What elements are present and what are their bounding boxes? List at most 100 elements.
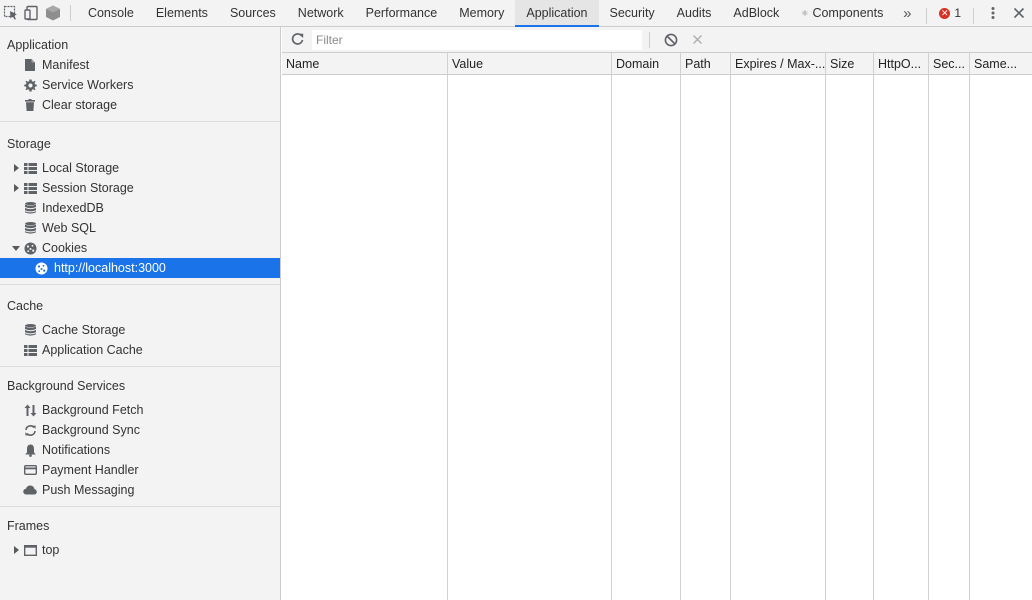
database-icon [23, 320, 37, 340]
tab-network[interactable]: Network [287, 0, 355, 26]
sync-icon [23, 420, 37, 440]
column-divider[interactable] [969, 53, 970, 600]
table-icon [23, 340, 37, 360]
column-divider[interactable] [611, 53, 612, 600]
tab-label: Audits [676, 6, 712, 20]
column-divider[interactable] [680, 53, 681, 600]
toolbar-divider [70, 5, 71, 21]
expand-arrow-icon[interactable] [12, 178, 20, 198]
sidebar-item-web-sql[interactable]: Web SQL [0, 218, 280, 238]
column-header-domain[interactable]: Domain [612, 53, 680, 75]
tab-security[interactable]: Security [599, 0, 666, 26]
delete-selected-icon[interactable] [684, 27, 710, 53]
tab-memory[interactable]: Memory [448, 0, 515, 26]
column-divider[interactable] [825, 53, 826, 600]
sidebar-item-indexeddb[interactable]: IndexedDB [0, 198, 280, 218]
sidebar-item-label: Cache Storage [42, 323, 126, 337]
sidebar-item-service-workers[interactable]: Service Workers [0, 75, 280, 95]
sidebar-item-background-sync[interactable]: Background Sync [0, 420, 280, 440]
sidebar-item-notifications[interactable]: Notifications [0, 440, 280, 460]
tab-label: Elements [155, 6, 208, 20]
database-icon [23, 218, 37, 238]
sidebar-item-cache-storage[interactable]: Cache Storage [0, 320, 280, 340]
tab-label: Components [812, 6, 884, 20]
column-header-secure[interactable]: Sec... [929, 53, 969, 75]
more-tabs-chevron-icon[interactable]: » [894, 0, 920, 26]
column-divider[interactable] [447, 53, 448, 600]
section-storage: Storage Local Storage Session Storage In… [0, 122, 280, 285]
sidebar-item-label: Application Cache [42, 343, 143, 357]
sidebar-item-cookie-localhost[interactable]: http://localhost:3000 [0, 258, 280, 278]
section-title: Storage [7, 137, 51, 151]
tab-audits[interactable]: Audits [666, 0, 723, 26]
sidebar-item-label: Cookies [42, 241, 88, 255]
expand-arrow-icon[interactable] [12, 540, 20, 560]
error-counter[interactable]: ✕ 1 [933, 6, 967, 20]
tab-performance[interactable]: Performance [355, 0, 449, 26]
tab-sources[interactable]: Sources [219, 0, 287, 26]
column-header-path[interactable]: Path [681, 53, 730, 75]
close-icon[interactable] [1006, 0, 1032, 26]
database-icon [23, 198, 37, 218]
sidebar-item-label: Background Fetch [42, 403, 144, 417]
expand-arrow-icon[interactable] [12, 158, 20, 178]
tab-label: Memory [459, 6, 505, 20]
cookies-toolbar [282, 27, 1032, 53]
column-divider[interactable] [730, 53, 731, 600]
sidebar-item-application-cache[interactable]: Application Cache [0, 340, 280, 360]
section-application: Application Manifest Service Workers Cle… [0, 27, 280, 122]
sidebar-item-payment-handler[interactable]: Payment Handler [0, 460, 280, 480]
section-title: Cache [7, 299, 44, 313]
tab-console[interactable]: Console [77, 0, 145, 26]
device-toolbar-icon[interactable] [21, 0, 42, 26]
trash-icon [23, 95, 37, 115]
sidebar-item-frame-top[interactable]: top [0, 540, 280, 560]
column-header-expires[interactable]: Expires / Max-... [731, 53, 825, 75]
table-icon [23, 158, 37, 178]
document-icon [23, 55, 37, 75]
tab-label: Network [297, 6, 344, 20]
cube-icon[interactable] [43, 0, 64, 26]
column-header-httponly[interactable]: HttpO... [874, 53, 928, 75]
tab-adblock[interactable]: AdBlock [722, 0, 790, 26]
sidebar-item-label: Background Sync [42, 423, 140, 437]
column-divider[interactable] [873, 53, 874, 600]
collapse-arrow-icon[interactable] [12, 238, 20, 258]
kebab-menu-icon[interactable] [980, 0, 1006, 26]
inspect-element-icon[interactable] [0, 0, 21, 26]
sidebar-item-manifest[interactable]: Manifest [0, 55, 280, 75]
sidebar-item-label: IndexedDB [42, 201, 104, 215]
filter-input[interactable] [312, 29, 642, 50]
sidebar-item-label: Service Workers [42, 78, 134, 92]
tab-elements[interactable]: Elements [145, 0, 219, 26]
column-header-value[interactable]: Value [448, 53, 611, 75]
tab-label: Security [609, 6, 655, 20]
error-count: 1 [954, 6, 962, 20]
sidebar-item-label: top [42, 543, 60, 557]
refresh-icon[interactable] [282, 27, 312, 53]
updown-arrows-icon [23, 400, 37, 420]
sidebar-item-session-storage[interactable]: Session Storage [0, 178, 280, 198]
section-cache: Cache Cache Storage Application Cache [0, 285, 280, 367]
sidebar-item-cookies[interactable]: Cookies [0, 238, 280, 258]
sidebar-item-clear-storage[interactable]: Clear storage [0, 95, 280, 115]
panel-tabs: Console Elements Sources Network Perform… [77, 0, 894, 27]
clear-all-icon[interactable] [658, 27, 684, 53]
sidebar-item-local-storage[interactable]: Local Storage [0, 158, 280, 178]
section-frames: Frames top [0, 507, 280, 566]
sidebar-item-label: Session Storage [42, 181, 134, 195]
column-divider[interactable] [928, 53, 929, 600]
tab-application[interactable]: Application [515, 0, 599, 27]
error-icon: ✕ [939, 7, 951, 19]
sidebar-item-push-messaging[interactable]: Push Messaging [0, 480, 280, 500]
sidebar-item-label: Manifest [42, 58, 90, 72]
gear-icon [23, 75, 37, 95]
tab-components[interactable]: ⚛ Components [790, 0, 894, 26]
sidebar-item-label: Clear storage [42, 98, 118, 112]
toolbar-divider [649, 31, 650, 48]
sidebar-item-background-fetch[interactable]: Background Fetch [0, 400, 280, 420]
toolbar-divider [926, 7, 928, 24]
column-header-samesite[interactable]: Same... [970, 53, 1032, 75]
column-header-name[interactable]: Name [282, 53, 447, 75]
column-header-size[interactable]: Size [826, 53, 873, 75]
